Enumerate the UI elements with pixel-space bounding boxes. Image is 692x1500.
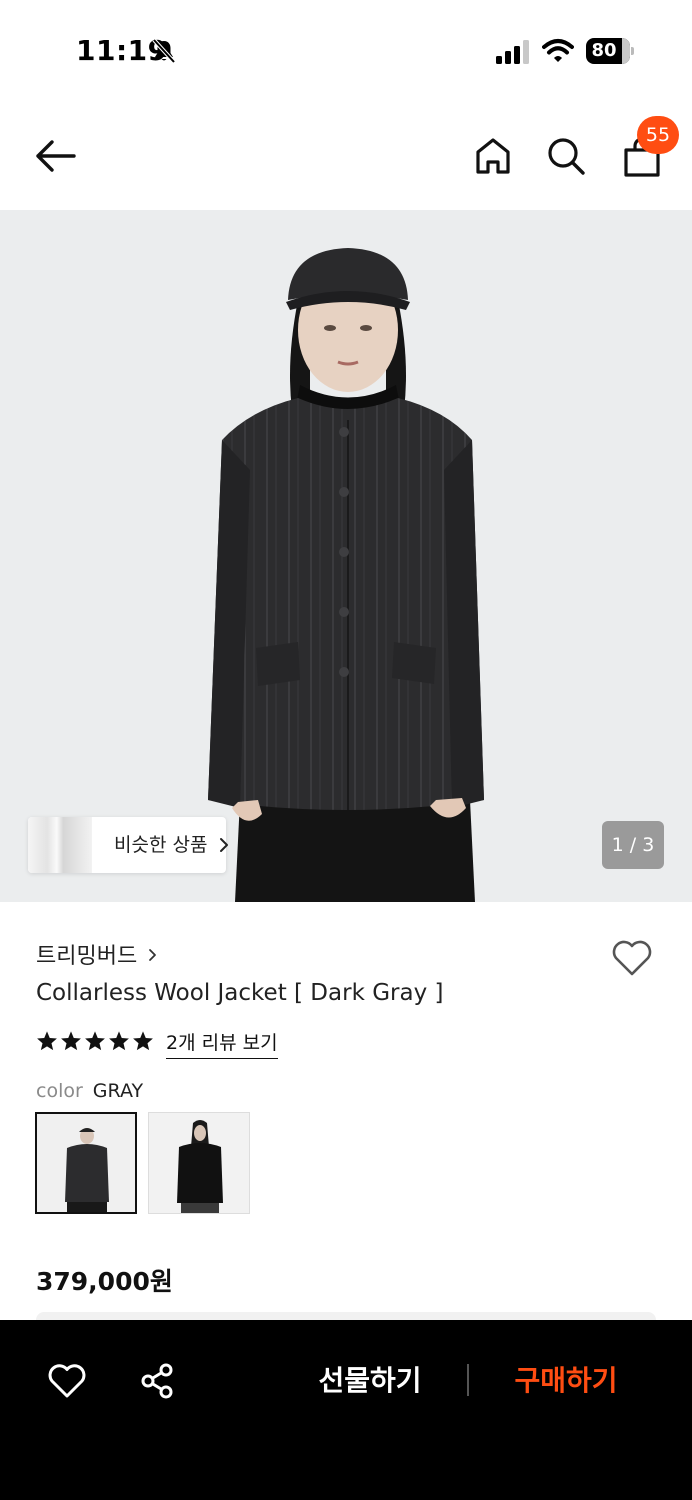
similar-product-thumbnail [28, 817, 92, 873]
heart-icon[interactable] [46, 1362, 88, 1400]
product-price: 379,000원 [36, 1267, 173, 1296]
battery-level: 80 [591, 40, 617, 61]
cellular-signal-icon [496, 40, 529, 64]
battery-indicator: 80 [586, 38, 634, 64]
bottom-action-bar: 선물하기 구매하기 [0, 1320, 692, 1500]
home-icon[interactable] [474, 136, 512, 176]
gift-button[interactable]: 선물하기 [300, 1356, 440, 1406]
star-icon [133, 1031, 153, 1051]
star-icon [37, 1031, 57, 1051]
color-swatch-black[interactable] [148, 1112, 250, 1214]
wifi-icon [542, 39, 574, 62]
brand-link[interactable]: 트리밍버드 [36, 938, 159, 969]
heart-icon[interactable] [610, 938, 654, 978]
button-divider [467, 1364, 469, 1396]
status-bar: 11:19 80 [0, 0, 692, 100]
brand-name: 트리밍버드 [36, 944, 138, 969]
top-nav: 55 [0, 100, 692, 210]
cart-count-badge: 55 [637, 116, 679, 154]
product-name: Collarless Wool Jacket [ Dark Gray ] [36, 980, 444, 1006]
similar-products-button[interactable]: 비슷한 상품 [28, 817, 228, 873]
similar-products-label: 비슷한 상품 [114, 834, 208, 856]
star-icon [109, 1031, 129, 1051]
review-link[interactable]: 2개 리뷰 보기 [166, 1028, 278, 1059]
color-swatch-gray[interactable] [35, 1112, 137, 1214]
search-icon[interactable] [546, 136, 586, 176]
chevron-right-icon [149, 949, 157, 961]
back-arrow-icon[interactable] [34, 138, 78, 174]
color-option-row: color GRAY [36, 1080, 143, 1102]
star-icon [61, 1031, 81, 1051]
buy-button[interactable]: 구매하기 [496, 1356, 636, 1406]
product-image-gallery[interactable]: 비슷한 상품 1 / 3 [0, 210, 692, 902]
product-photo [208, 248, 484, 902]
image-page-indicator: 1 / 3 [602, 821, 664, 869]
bell-slash-icon [152, 38, 176, 64]
star-icon [85, 1031, 105, 1051]
swatch-gray-image [37, 1114, 135, 1212]
color-value: GRAY [92, 1080, 144, 1102]
share-icon[interactable] [138, 1362, 176, 1400]
color-label: color [36, 1080, 83, 1102]
chevron-right-icon [220, 838, 228, 852]
swatch-black-image [149, 1113, 249, 1213]
